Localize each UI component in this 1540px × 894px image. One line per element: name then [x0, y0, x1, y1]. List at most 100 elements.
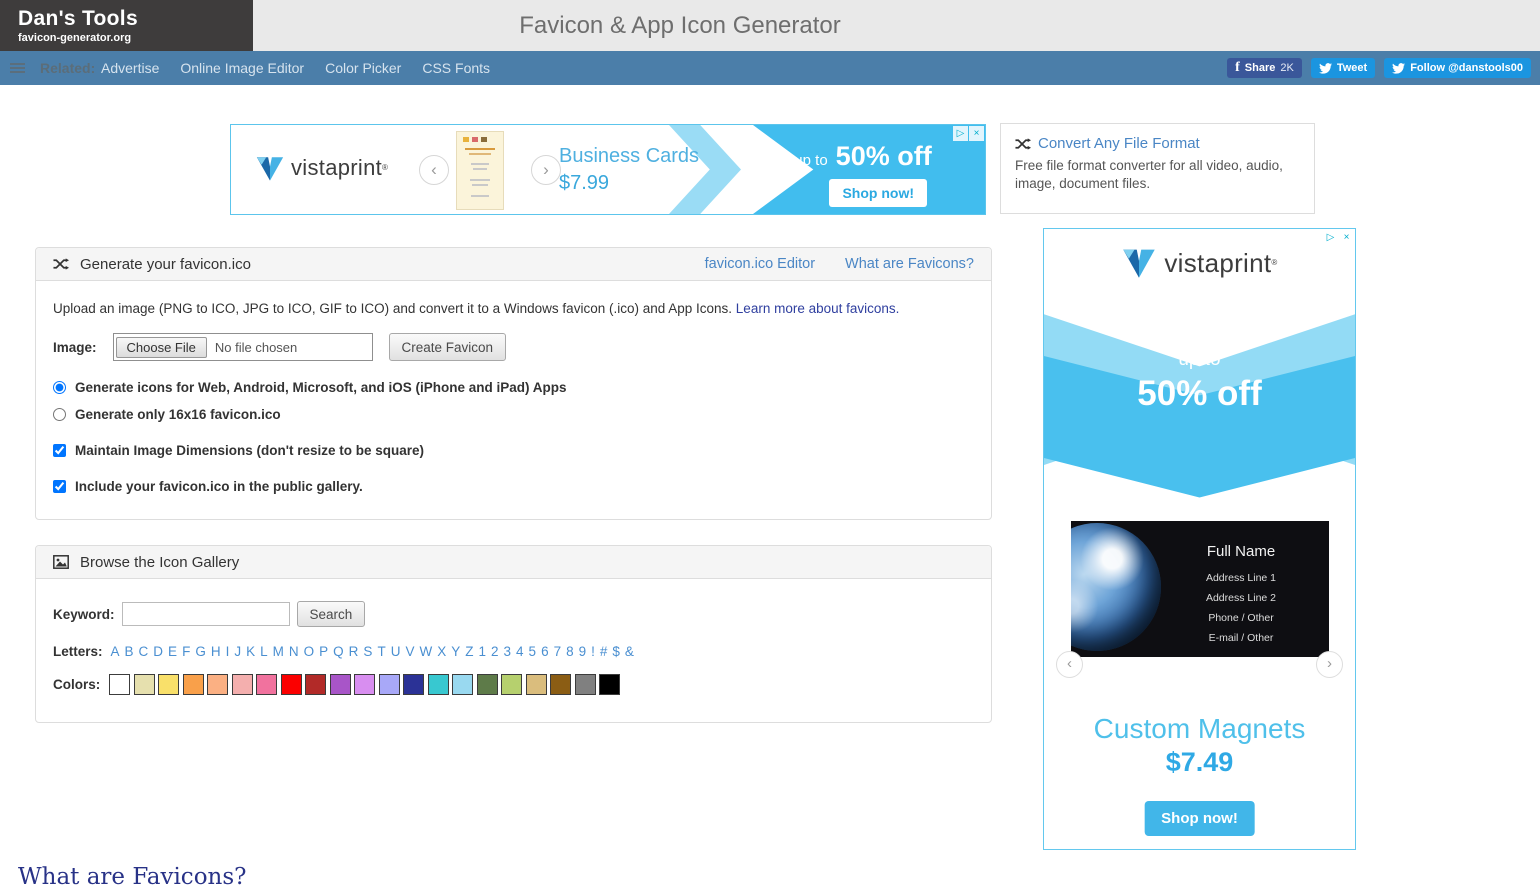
color-swatch[interactable]: [550, 674, 571, 695]
letter-link[interactable]: I: [226, 644, 230, 659]
favicon-editor-link[interactable]: favicon.ico Editor: [705, 256, 815, 272]
letter-link[interactable]: K: [246, 644, 255, 659]
letter-link[interactable]: 9: [579, 644, 587, 659]
letter-link[interactable]: B: [125, 644, 134, 659]
sidebar-shop-now-button[interactable]: Shop now!: [1144, 801, 1255, 836]
letter-link[interactable]: &: [625, 644, 634, 659]
ad-close-icon[interactable]: ×: [969, 126, 984, 141]
color-swatch[interactable]: [428, 674, 449, 695]
letter-link[interactable]: F: [182, 644, 190, 659]
color-swatch[interactable]: [232, 674, 253, 695]
convert-link[interactable]: Convert Any File Format: [1038, 135, 1200, 152]
letter-link[interactable]: W: [419, 644, 432, 659]
follow-button[interactable]: Follow @danstools00: [1384, 58, 1531, 78]
letter-link[interactable]: $: [612, 644, 620, 659]
banner-shop-now-button[interactable]: Shop now!: [829, 179, 927, 207]
letter-link[interactable]: U: [391, 644, 401, 659]
banner-ad[interactable]: vistaprint® ‹ › Business Cards $7.99 up …: [230, 124, 986, 215]
letter-link[interactable]: Z: [465, 644, 473, 659]
letter-link[interactable]: #: [600, 644, 608, 659]
keyword-input[interactable]: [122, 602, 290, 626]
color-swatch[interactable]: [330, 674, 351, 695]
nav-link-css-fonts[interactable]: CSS Fonts: [422, 60, 490, 76]
color-swatch[interactable]: [452, 674, 473, 695]
adchoices-icon[interactable]: ▷: [953, 126, 968, 141]
letter-link[interactable]: L: [260, 644, 268, 659]
color-swatch[interactable]: [109, 674, 130, 695]
banner-next-button[interactable]: ›: [531, 155, 561, 185]
color-swatch[interactable]: [526, 674, 547, 695]
letter-link[interactable]: G: [195, 644, 206, 659]
color-swatch[interactable]: [158, 674, 179, 695]
letter-link[interactable]: P: [319, 644, 328, 659]
banner-prev-button[interactable]: ‹: [419, 155, 449, 185]
letter-link[interactable]: 8: [566, 644, 574, 659]
checkbox-input[interactable]: [53, 444, 66, 457]
radio-input[interactable]: [53, 408, 66, 421]
sidebar-ad[interactable]: vistaprint® up to 50% off Full Name Addr…: [1043, 228, 1356, 850]
learn-more-link[interactable]: Learn more about favicons.: [736, 301, 900, 316]
checkbox-input[interactable]: [53, 480, 66, 493]
color-swatch[interactable]: [256, 674, 277, 695]
letter-link[interactable]: Q: [333, 644, 344, 659]
nav-link-advertise[interactable]: Advertise: [101, 60, 159, 76]
letter-link[interactable]: A: [111, 644, 120, 659]
sidebar-prev-button[interactable]: ‹: [1056, 651, 1083, 678]
color-swatch[interactable]: [183, 674, 204, 695]
letter-link[interactable]: E: [168, 644, 177, 659]
letter-link[interactable]: 7: [554, 644, 562, 659]
letter-link[interactable]: D: [153, 644, 163, 659]
letter-link[interactable]: N: [289, 644, 299, 659]
facebook-share-button[interactable]: f Share 2K: [1227, 58, 1302, 78]
color-swatch[interactable]: [305, 674, 326, 695]
create-favicon-button[interactable]: Create Favicon: [389, 333, 507, 361]
letter-link[interactable]: H: [211, 644, 221, 659]
letter-link[interactable]: X: [437, 644, 446, 659]
letter-link[interactable]: T: [377, 644, 385, 659]
letter-link[interactable]: !: [591, 644, 595, 659]
letter-link[interactable]: 2: [491, 644, 499, 659]
color-swatch[interactable]: [207, 674, 228, 695]
color-swatch[interactable]: [281, 674, 302, 695]
radio-option[interactable]: Generate icons for Web, Android, Microso…: [53, 380, 974, 395]
letter-link[interactable]: Y: [451, 644, 460, 659]
choose-file-button[interactable]: Choose File: [116, 337, 207, 358]
color-swatch[interactable]: [575, 674, 596, 695]
color-swatch[interactable]: [599, 674, 620, 695]
letter-link[interactable]: C: [139, 644, 149, 659]
what-are-favicons-link[interactable]: What are Favicons?: [845, 256, 974, 272]
hamburger-icon[interactable]: [10, 61, 25, 75]
file-input[interactable]: Choose File No file chosen: [113, 333, 373, 361]
gallery-panel-header: Browse the Icon Gallery: [36, 546, 991, 579]
radio-input[interactable]: [53, 381, 66, 394]
letter-link[interactable]: S: [363, 644, 372, 659]
magnet-preview-card: Full Name Address Line 1Address Line 2Ph…: [1071, 521, 1329, 657]
letter-link[interactable]: 6: [541, 644, 549, 659]
color-swatch[interactable]: [379, 674, 400, 695]
color-swatch[interactable]: [354, 674, 375, 695]
color-swatch[interactable]: [501, 674, 522, 695]
letter-link[interactable]: 1: [478, 644, 486, 659]
color-swatch[interactable]: [134, 674, 155, 695]
letter-link[interactable]: M: [273, 644, 284, 659]
letter-link[interactable]: J: [234, 644, 241, 659]
letter-link[interactable]: 4: [516, 644, 524, 659]
letter-link[interactable]: V: [405, 644, 414, 659]
checkbox-option[interactable]: Maintain Image Dimensions (don't resize …: [53, 443, 974, 458]
tweet-button[interactable]: Tweet: [1311, 58, 1375, 78]
checkbox-option[interactable]: Include your favicon.ico in the public g…: [53, 479, 974, 494]
letter-link[interactable]: 5: [529, 644, 537, 659]
adchoices-icon[interactable]: ▷: [1323, 230, 1338, 245]
nav-link-online-image-editor[interactable]: Online Image Editor: [180, 60, 304, 76]
site-logo[interactable]: Dan's Tools favicon-generator.org: [0, 0, 253, 51]
ad-close-icon[interactable]: ×: [1339, 230, 1354, 245]
search-button[interactable]: Search: [297, 601, 366, 627]
letter-link[interactable]: R: [349, 644, 359, 659]
letter-link[interactable]: O: [304, 644, 315, 659]
letter-link[interactable]: 3: [504, 644, 512, 659]
radio-option[interactable]: Generate only 16x16 favicon.ico: [53, 407, 974, 422]
color-swatch[interactable]: [403, 674, 424, 695]
nav-link-color-picker[interactable]: Color Picker: [325, 60, 401, 76]
color-swatch[interactable]: [477, 674, 498, 695]
sidebar-next-button[interactable]: ›: [1316, 651, 1343, 678]
